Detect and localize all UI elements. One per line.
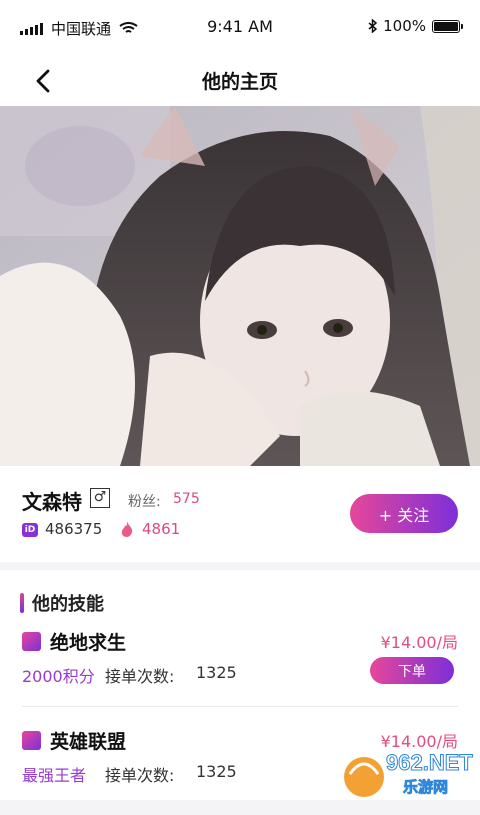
battery-text: 100%: [383, 17, 426, 35]
skill-item[interactable]: 绝地求生 ¥14.00/局 2000积分 接单次数: 1325 下单: [0, 626, 480, 716]
skill-price: ¥14.00/局: [380, 633, 458, 652]
user-id: 486375: [45, 520, 103, 538]
skill-rank: 最强王者: [22, 766, 87, 785]
profile-photo: [0, 106, 480, 466]
heat-value: 4861: [142, 520, 181, 538]
skills-title: 他的技能: [32, 594, 104, 615]
page-title: 他的主页: [201, 71, 278, 93]
follow-label: + 关注: [378, 505, 430, 525]
follow-button[interactable]: + 关注: [350, 494, 458, 533]
title-accent-bar: [20, 593, 24, 613]
orders-label: 接单次数:: [105, 766, 175, 785]
male-icon: ♂: [90, 488, 110, 508]
orders-count: 1325: [196, 663, 237, 682]
watermark-text: 962.NET: [386, 750, 473, 775]
battery-group: 100%: [368, 17, 463, 35]
battery-icon: [432, 19, 463, 33]
order-button[interactable]: 下单: [370, 657, 454, 684]
id-icon: iD: [22, 523, 38, 537]
gun-icon: [22, 731, 41, 750]
fans-count: 575: [173, 491, 200, 507]
fans-label: 粉丝:: [128, 494, 161, 510]
user-name: 文森特: [22, 490, 82, 514]
bluetooth-icon: [368, 19, 378, 33]
orders-count: 1325: [196, 762, 237, 781]
fire-icon: [121, 521, 133, 537]
section-header: 他的技能: [20, 590, 104, 616]
status-bar: 中国联通 9:41 AM 100%: [0, 0, 480, 52]
order-label: 下单: [398, 663, 426, 680]
watermark-subtext: 乐游网: [403, 778, 448, 796]
divider: [22, 706, 458, 707]
nav-bar: 他的主页: [0, 52, 480, 106]
gun-icon: [22, 632, 41, 651]
skill-name: 绝地求生: [50, 632, 127, 654]
skill-name: 英雄联盟: [50, 731, 127, 753]
skill-rank: 2000积分: [22, 667, 95, 686]
profile-card: 文森特 ♂ 粉丝: 575 iD 486375 4861 + 关注: [0, 466, 480, 562]
orders-label: 接单次数:: [105, 667, 175, 686]
watermark-logo: 962.NET 乐游网: [344, 750, 474, 797]
